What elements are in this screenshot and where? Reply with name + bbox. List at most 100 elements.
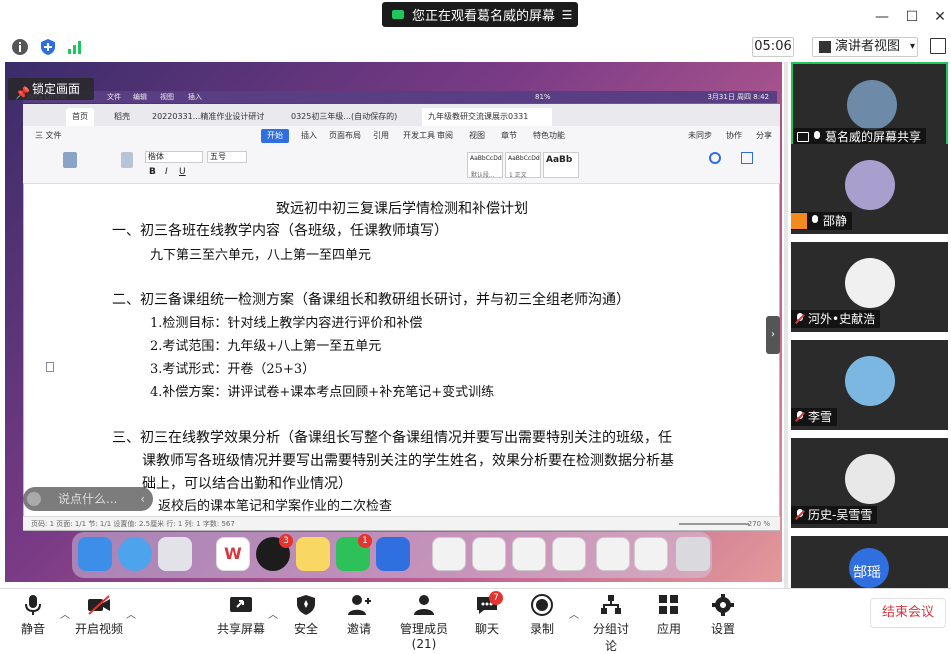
lock-screen-badge[interactable]: 📌 锁定画面 [8,78,94,100]
wps-menu-layout[interactable]: 页面布局 [329,126,361,146]
info-icon[interactable] [11,38,29,56]
paste-icon[interactable] [63,152,77,168]
find-replace-icon[interactable] [709,152,721,164]
view-mode-dropdown[interactable]: 演讲者视图 ▾ [812,37,918,57]
wps-menu-dev[interactable]: 开发工具 [403,126,435,146]
style-body-label: 1 正文 [509,172,527,179]
wps-menu-file[interactable]: 三 文件 [35,126,62,146]
window-thumbnail[interactable] [432,537,466,571]
document-page[interactable]: 致远初中初三复课后学情检测和补偿计划 一、初三各班在线教学内容（各班级，任课教师… [24,184,779,516]
panel-toggle-handle[interactable]: › [766,316,780,354]
wps-ribbon: 楷体 五号 B I U AaBbCcDd AaBbCcDd AaBb 默认段..… [23,146,780,184]
video-button[interactable]: 开启视频 [72,592,126,642]
breakout-rooms-icon [599,594,623,616]
window-thumbnail[interactable] [512,537,546,571]
share-banner-text: 您正在观看葛名威的屏幕 [412,9,556,24]
end-meeting-button[interactable]: 结束会议 [870,598,946,628]
collab-button[interactable]: 协作 [726,126,742,146]
participant-tile[interactable]: 郜瑶 [791,536,948,588]
zoom-level[interactable]: 270 % [748,517,770,531]
share-menu-icon[interactable]: ☰ [556,8,578,22]
style-normal-label: 默认段... [471,172,495,179]
trash-icon[interactable] [676,537,710,571]
window-thumbnail[interactable] [552,537,586,571]
menu-file[interactable]: 文件 [107,91,121,103]
format-painter-icon[interactable] [121,152,133,168]
screen-share-banner[interactable]: 您正在观看葛名威的屏幕 ☰ [382,2,578,27]
safari-icon[interactable] [118,537,152,571]
wps-menu-review[interactable]: 审阅 [437,126,453,146]
signal-strength-icon[interactable] [66,38,84,56]
notes-icon[interactable] [296,537,330,571]
video-label: 开启视频 [74,622,123,636]
wps-menu-insert[interactable]: 插入 [301,126,317,146]
manage-members-button[interactable]: 管理成员(21) [389,592,459,651]
fullscreen-icon[interactable] [930,38,946,54]
participant-tile[interactable]: 河外•史献浩 [791,242,948,332]
tab-doc-1[interactable]: 20220331...精准作业设计研讨 [146,108,276,126]
bold-button[interactable]: B [149,167,156,177]
chevron-up-icon[interactable]: ︿ [126,606,136,621]
tab-daoke[interactable]: 稻壳 [108,108,136,126]
wps-menu-section[interactable]: 章节 [501,126,517,146]
select-icon[interactable] [741,152,753,164]
meeting-timer: 05:06 [752,37,794,57]
share-button[interactable]: 分享 [756,126,772,146]
chevron-up-icon[interactable]: ︿ [268,606,278,621]
tab-doc-2[interactable]: 0325初三年级...(自动保存的) [285,108,415,126]
chevron-down-icon: ▾ [910,41,916,52]
invite-button[interactable]: 邀请 [342,592,376,642]
launchpad-icon[interactable] [158,537,192,571]
wps-menu-reference[interactable]: 引用 [373,126,389,146]
wps-menu-features[interactable]: 特色功能 [533,126,565,146]
chevron-up-icon[interactable]: ︿ [569,606,579,621]
menu-insert[interactable]: 插入 [188,91,202,103]
window-thumbnail[interactable] [472,537,506,571]
finder-icon[interactable] [78,537,112,571]
screen-share-icon [797,132,809,142]
lock-badge-label: 锁定画面 [32,82,81,96]
close-button[interactable]: ✕ [929,6,951,28]
doc-side-icon[interactable] [46,362,54,372]
window-thumbnail[interactable] [634,537,668,571]
participant-tile[interactable]: 李雪 [791,340,948,430]
font-select[interactable]: 楷体 [145,151,203,163]
style-heading[interactable]: AaBb [543,152,579,178]
participant-tile[interactable]: 邵静 [791,144,948,234]
breakout-button[interactable]: 分组讨论 [588,592,634,653]
window-thumbnail[interactable] [596,537,630,571]
apps-button[interactable]: 应用 [652,592,686,642]
chevron-up-icon[interactable]: ︿ [60,606,70,621]
zoom-slider[interactable] [679,523,749,525]
share-screen-button[interactable]: 共享屏幕 [214,592,268,642]
participant-tile[interactable]: 葛名威的屏幕共享 [791,62,948,152]
wps-icon[interactable]: W [216,537,250,571]
sync-status[interactable]: 未同步 [688,126,712,146]
tab-home[interactable]: 首页 [66,108,94,126]
font-size-select[interactable]: 五号 [207,151,247,163]
encryption-shield-icon[interactable] [39,38,57,56]
meeting-info-bar [0,33,951,61]
comment-input-bar[interactable]: 说点什么... ‹ [23,487,153,511]
collapse-icon[interactable]: ‹ [140,487,145,511]
mic-muted-icon [795,313,805,325]
underline-button[interactable]: U [179,167,186,177]
participant-name-tag: 李雪 [791,408,838,426]
minimize-button[interactable]: — [871,6,893,28]
wps-menu-home[interactable]: 开始 [261,129,289,143]
tab-doc-active[interactable]: 九年级教研交流课展示0331 [422,108,552,126]
record-button[interactable]: 录制 [525,592,559,642]
participant-tile[interactable]: 历史-吴雪雪 [791,438,948,528]
mac-clock: 3月31日 周四 8:42 [707,93,769,101]
emoji-icon[interactable] [27,492,41,506]
italic-button[interactable]: I [165,167,168,177]
tencent-meeting-icon[interactable] [376,537,410,571]
maximize-button[interactable]: ☐ [901,6,923,28]
settings-button[interactable]: 设置 [706,592,740,642]
security-button[interactable]: 安全 [289,592,323,642]
wps-menu-view[interactable]: 视图 [469,126,485,146]
doc-line: 九下第三至六单元，八上第一至四单元 [150,248,372,263]
mute-button[interactable]: 静音 [16,592,50,642]
menu-view[interactable]: 视图 [160,91,174,103]
menu-edit[interactable]: 编辑 [133,91,147,103]
